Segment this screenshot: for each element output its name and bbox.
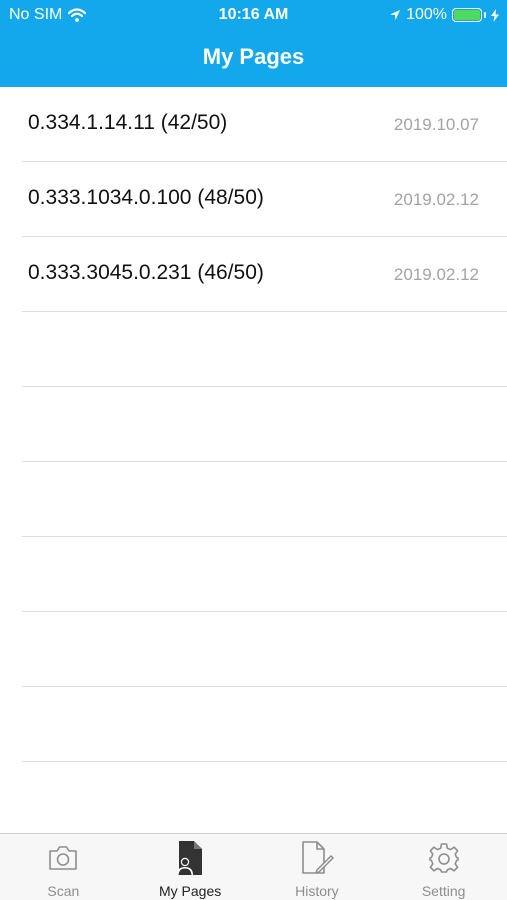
battery-fill — [454, 10, 480, 20]
document-person-icon — [177, 841, 203, 875]
page-date: 2019.10.07 — [393, 115, 479, 134]
gear-icon — [428, 843, 459, 873]
empty-row — [22, 312, 507, 387]
list-item[interactable]: 0.333.1034.0.100 (48/50) 2019.02.12 — [22, 162, 507, 237]
battery-cap — [484, 12, 486, 18]
tab-bar: Scan My Pages History Setting — [0, 833, 507, 900]
battery-percent: 100% — [406, 6, 447, 23]
charging-bolt-icon — [491, 8, 499, 22]
empty-row — [22, 387, 507, 462]
tab-history[interactable]: History — [254, 834, 381, 900]
empty-row — [22, 462, 507, 537]
camera-icon — [49, 846, 78, 870]
battery-icon — [452, 8, 482, 22]
page-name: 0.333.3045.0.231 (46/50) — [28, 261, 264, 284]
page-title: My Pages — [202, 44, 305, 69]
pages-list: 0.334.1.14.11 (42/50) 2019.10.07 0.333.1… — [0, 87, 507, 837]
empty-row — [22, 762, 507, 837]
tab-label: History — [295, 883, 339, 899]
empty-row — [22, 612, 507, 687]
page-date: 2019.02.12 — [393, 265, 479, 284]
page-date: 2019.02.12 — [393, 190, 479, 209]
tab-label: My Pages — [159, 883, 222, 899]
status-bar: No SIM 10:16 AM 100% — [0, 0, 507, 30]
tab-setting[interactable]: Setting — [380, 834, 507, 900]
empty-row — [22, 687, 507, 762]
page-name: 0.333.1034.0.100 (48/50) — [28, 186, 264, 209]
empty-row — [22, 537, 507, 612]
list-item[interactable]: 0.333.3045.0.231 (46/50) 2019.02.12 — [22, 237, 507, 312]
location-arrow-icon — [390, 10, 401, 20]
document-edit-icon — [302, 841, 334, 874]
tab-scan[interactable]: Scan — [0, 834, 127, 900]
list-item[interactable]: 0.334.1.14.11 (42/50) 2019.10.07 — [22, 87, 507, 162]
nav-header: No SIM 10:16 AM 100% My Pages — [0, 0, 507, 87]
tab-label: Scan — [47, 883, 80, 899]
status-right: 100% — [389, 6, 499, 24]
tab-my-pages[interactable]: My Pages — [127, 834, 254, 900]
tab-label: Setting — [421, 883, 466, 899]
page-name: 0.334.1.14.11 (42/50) — [28, 111, 228, 134]
